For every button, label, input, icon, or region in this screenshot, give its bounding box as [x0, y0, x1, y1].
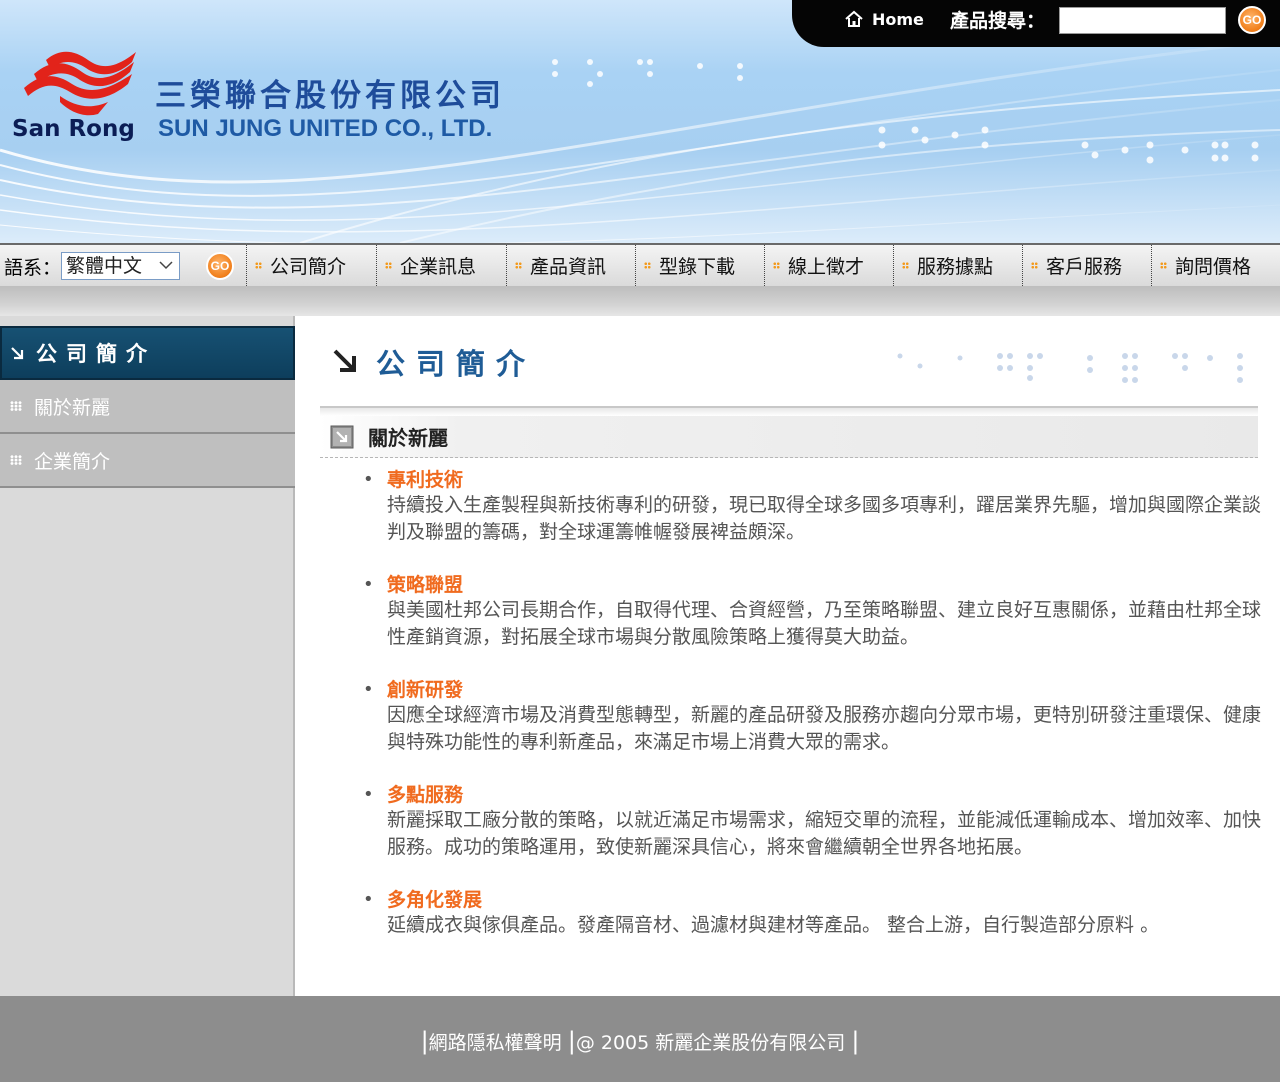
page-title: 公司簡介: [376, 347, 537, 381]
feature-title: 創新研發: [387, 679, 464, 701]
company-logo-icon: [24, 51, 136, 116]
nav-item-label: 服務據點: [917, 256, 994, 278]
nav-item-label: 產品資訊: [530, 256, 607, 278]
arrow-down-right-icon: [333, 349, 356, 372]
header-banner: San Rong 三榮聯合股份有限公司 SUN JUNG UNITED CO.,…: [0, 0, 1280, 243]
arrow-down-right-icon: [11, 347, 24, 360]
nav-item-label: 客戶服務: [1046, 256, 1123, 278]
nav-item-label: 型錄下載: [659, 256, 736, 278]
company-name-zh: 三榮聯合股份有限公司: [155, 78, 505, 114]
title-divider: [320, 408, 1258, 416]
nav-bullet-icon: [515, 262, 522, 269]
grid-bullet-icon: [10, 455, 22, 465]
list-item: 專利技術 持續投入生產製程與新技術專利的研發，現已取得全球多國多項專利，躍居業界…: [361, 468, 1261, 546]
page-title-area: 公司簡介: [320, 336, 1258, 408]
product-search-label: 產品搜尋：: [950, 10, 1046, 32]
feature-description: 新麗採取工廠分散的策略，以就近滿足市場需求，縮短交單的流程，並能減低運輸成本、增…: [387, 809, 1262, 858]
feature-description: 因應全球經濟市場及消費型態轉型，新麗的產品研發及服務亦趨向分眾市場，更特別研發注…: [387, 704, 1262, 753]
feature-title: 策略聯盟: [387, 574, 464, 596]
main-navigation: 語系： 繁體中文 GO 公司簡介 企業訊息 產品資訊 型錄下載 線上徵才 服務據…: [0, 243, 1280, 286]
feature-title: 多角化發展: [387, 889, 483, 911]
feature-description: 持續投入生產製程與新技術專利的研發，現已取得全球多國多項專利，躍居業界先驅，增加…: [387, 494, 1262, 543]
language-go-button[interactable]: GO: [206, 252, 234, 280]
nav-item-label: 線上徵才: [788, 256, 865, 278]
nav-bullet-icon: [902, 262, 909, 269]
feature-list: 專利技術 持續投入生產製程與新技術專利的研發，現已取得全球多國多項專利，躍居業界…: [361, 468, 1261, 966]
grid-bullet-icon: [10, 401, 22, 411]
sidebar-heading: 公司簡介: [0, 326, 295, 380]
footer: |網路隱私權聲明 |@ 2005 新麗企業股份有限公司 |: [0, 996, 1280, 1082]
home-label: Home: [872, 9, 924, 29]
language-select[interactable]: 繁體中文: [61, 252, 180, 280]
logo-text: San Rong: [12, 116, 135, 142]
home-icon: [845, 10, 863, 27]
chevron-down-icon: [159, 261, 173, 270]
nav-item-label: 公司簡介: [270, 256, 347, 278]
main-content: 公司簡介 關於新麗 專利技術 持續投入生產製程與新技術專利的研發，現已取得全球多…: [295, 316, 1280, 996]
nav-bullet-icon: [255, 262, 262, 269]
list-item: 多角化發展 延續成衣與傢俱產品。發產隔音材、過濾材與建材等產品。 整合上游，自行…: [361, 888, 1261, 939]
product-search-input[interactable]: [1059, 7, 1226, 34]
nav-item-company-profile[interactable]: 公司簡介: [246, 245, 376, 286]
footer-separator: |: [567, 1027, 576, 1055]
feature-title: 專利技術: [387, 469, 464, 491]
feature-title: 多點服務: [387, 784, 464, 806]
nav-item-catalog-download[interactable]: 型錄下載: [635, 245, 764, 286]
section-header: 關於新麗: [320, 416, 1258, 458]
language-selected-value: 繁體中文: [66, 255, 143, 277]
nav-item-careers[interactable]: 線上徵才: [764, 245, 893, 286]
nav-bullet-icon: [1160, 262, 1167, 269]
nav-item-price-inquiry[interactable]: 詢問價格: [1151, 245, 1280, 286]
language-label: 語系：: [4, 257, 62, 279]
home-link[interactable]: Home: [844, 9, 924, 29]
copyright-text: @ 2005 新麗企業股份有限公司: [575, 1032, 846, 1054]
feature-description: 與美國杜邦公司長期合作，自取得代理、合資經營，乃至策略聯盟、建立良好互惠關係，並…: [387, 599, 1262, 648]
nav-item-product-info[interactable]: 產品資訊: [506, 245, 635, 286]
footer-separator: |: [420, 1027, 429, 1055]
list-item: 策略聯盟 與美國杜邦公司長期合作，自取得代理、合資經營，乃至策略聯盟、建立良好互…: [361, 573, 1261, 651]
sidebar-heading-label: 公司簡介: [36, 342, 156, 366]
decorative-dots-graphic: [897, 353, 1243, 383]
privacy-link[interactable]: 網路隱私權聲明: [429, 1032, 562, 1054]
search-go-button[interactable]: GO: [1238, 6, 1266, 34]
sidebar: 公司簡介 關於新麗 企業簡介: [0, 316, 295, 996]
nav-bullet-icon: [773, 262, 780, 269]
nav-bullet-icon: [385, 262, 392, 269]
nav-bullet-icon: [644, 262, 651, 269]
nav-item-customer-service[interactable]: 客戶服務: [1022, 245, 1151, 286]
section-arrow-icon: [330, 425, 354, 448]
section-title: 關於新麗: [368, 426, 448, 450]
company-name-en: SUN JUNG UNITED CO., LTD.: [158, 115, 493, 142]
feature-description: 延續成衣與傢俱產品。發產隔音材、過濾材與建材等產品。 整合上游，自行製造部分原料…: [387, 914, 1160, 936]
nav-item-label: 詢問價格: [1175, 256, 1252, 278]
sidebar-item-label: 企業簡介: [34, 450, 111, 473]
nav-item-service-locations[interactable]: 服務據點: [893, 245, 1022, 286]
sidebar-item-label: 關於新麗: [34, 396, 111, 419]
nav-divider: [0, 286, 1280, 316]
sidebar-item-corporate-profile[interactable]: 企業簡介: [0, 434, 295, 488]
nav-item-corporate-news[interactable]: 企業訊息: [376, 245, 506, 286]
list-item: 創新研發 因應全球經濟市場及消費型態轉型，新麗的產品研發及服務亦趨向分眾市場，更…: [361, 678, 1261, 756]
sidebar-item-about[interactable]: 關於新麗: [0, 380, 295, 434]
nav-bullet-icon: [1031, 262, 1038, 269]
list-item: 多點服務 新麗採取工廠分散的策略，以就近滿足市場需求，縮短交單的流程，並能減低運…: [361, 783, 1261, 861]
nav-item-label: 企業訊息: [400, 256, 477, 278]
top-utility-bar: Home 產品搜尋： GO: [792, 0, 1280, 47]
footer-separator: |: [851, 1027, 860, 1055]
